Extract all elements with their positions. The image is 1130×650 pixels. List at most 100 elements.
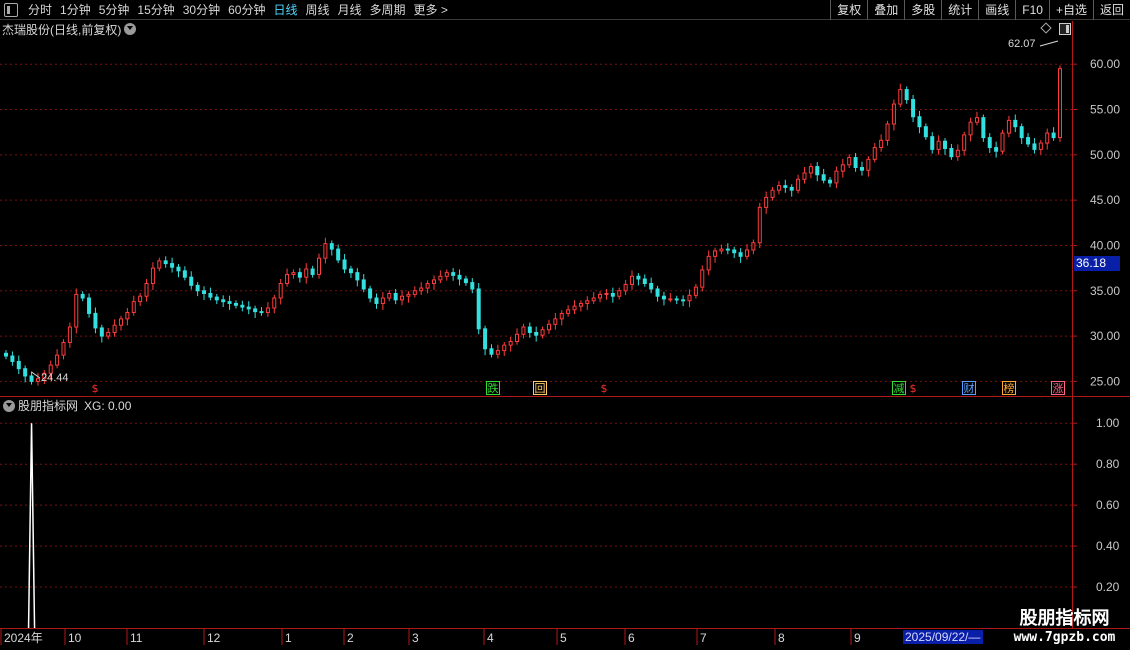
- candle-body: [10, 355, 15, 362]
- candle-body: [585, 300, 590, 304]
- candle-body: [949, 147, 954, 158]
- indicator-value: XG: 0.00: [84, 398, 132, 413]
- candle-body: [553, 318, 558, 325]
- candle-body: [623, 283, 628, 292]
- candle-body: [610, 292, 615, 297]
- price-chart[interactable]: 60.00 55.00 50.00 45.00 40.00 35.00 30.00 25.00…: [0, 0, 1130, 650]
- candle-body: [393, 292, 398, 301]
- price-tick-label: 50.00: [1090, 148, 1120, 162]
- candle-body: [968, 121, 973, 136]
- candle-body: [246, 306, 251, 310]
- candle-body: [291, 272, 296, 275]
- candle-body: [789, 186, 794, 191]
- candle-body: [412, 290, 417, 295]
- signal-marker-5[interactable]: $: [906, 381, 920, 395]
- candle-body: [202, 290, 207, 294]
- date-tick-label: 5: [560, 631, 567, 645]
- candle-body: [55, 354, 60, 366]
- candle-body: [176, 266, 181, 272]
- candle-body: [118, 318, 123, 326]
- signal-marker-8[interactable]: 涨: [1051, 381, 1065, 395]
- candle-body: [125, 312, 130, 320]
- candle-body: [700, 269, 705, 288]
- candle-body: [106, 331, 111, 337]
- candle-body: [1051, 132, 1056, 139]
- candle-body: [227, 301, 232, 304]
- date-tick-label: 2: [347, 631, 354, 645]
- indicator-tick-label: 0.20: [1096, 580, 1120, 594]
- signal-marker-1[interactable]: 跌: [486, 381, 500, 395]
- candle-body: [911, 99, 916, 118]
- candle-body: [23, 368, 28, 377]
- candle-body: [693, 286, 698, 296]
- candle-body: [259, 311, 264, 314]
- chevron-down-icon[interactable]: [3, 399, 15, 412]
- candle-body: [872, 147, 877, 160]
- candle-body: [61, 341, 66, 356]
- candle-body: [559, 312, 564, 320]
- cursor-date: 2025/09/22/—: [903, 630, 983, 644]
- candle-body: [649, 283, 654, 290]
- candle-body: [821, 174, 826, 181]
- candle-body: [751, 242, 756, 251]
- candle-body: [891, 103, 896, 125]
- date-tick-label: 8: [778, 631, 785, 645]
- candle-body: [917, 116, 922, 128]
- candle-body: [342, 259, 347, 270]
- signal-marker-0[interactable]: $: [88, 381, 102, 395]
- candle-body: [208, 292, 213, 298]
- candle-body: [304, 268, 309, 278]
- date-tick-label: 12: [207, 631, 221, 645]
- candle-body: [636, 275, 641, 280]
- candle-body: [272, 297, 277, 309]
- candle-body: [713, 250, 718, 257]
- indicator-tick-label: 0.40: [1096, 539, 1120, 553]
- candle-body: [253, 308, 258, 313]
- date-tick-label: 9: [854, 631, 861, 645]
- candle-body: [987, 137, 992, 149]
- candle-body: [828, 179, 833, 184]
- candle-body: [617, 290, 622, 297]
- candle-body: [776, 185, 781, 191]
- candle-body: [815, 166, 820, 176]
- candle-body: [329, 243, 334, 250]
- candle-body: [1038, 142, 1043, 150]
- candle-body: [732, 249, 737, 254]
- indicator-tick-label: 1.00: [1096, 416, 1120, 430]
- price-tick-label: 25.00: [1090, 374, 1120, 388]
- signal-marker-2[interactable]: 回: [533, 381, 547, 395]
- candle-body: [233, 302, 238, 306]
- candle-body: [138, 295, 143, 303]
- date-tick-label: 3: [412, 631, 419, 645]
- candle-body: [323, 243, 328, 259]
- price-tick-label: 55.00: [1090, 103, 1120, 117]
- candle-body: [425, 283, 430, 289]
- candle-body: [240, 304, 245, 308]
- candle-body: [489, 348, 494, 355]
- candle-body: [419, 287, 424, 292]
- candle-body: [904, 89, 909, 101]
- candle-body: [527, 326, 532, 333]
- indicator-tick-label: 0.80: [1096, 457, 1120, 471]
- signal-marker-7[interactable]: 榜: [1002, 381, 1016, 395]
- signal-marker-6[interactable]: 财: [962, 381, 976, 395]
- signal-marker-4[interactable]: 减: [892, 381, 906, 395]
- signal-marker-3[interactable]: $: [597, 381, 611, 395]
- candle-body: [502, 344, 507, 352]
- candle-body: [955, 149, 960, 158]
- candle-body: [195, 284, 200, 292]
- candle-body: [706, 255, 711, 271]
- candle-body: [974, 117, 979, 123]
- candle-body: [355, 272, 360, 281]
- candle-body: [508, 341, 513, 346]
- candle-body: [470, 282, 475, 290]
- candle-body: [572, 305, 577, 311]
- candle-body: [744, 249, 749, 257]
- watermark: 股朋指标网 www.7gpzb.com: [1007, 604, 1122, 645]
- candle-body: [796, 178, 801, 191]
- watermark-url: www.7gpzb.com: [1013, 630, 1116, 645]
- date-tick-label: 1: [285, 631, 292, 645]
- candle-body: [994, 147, 999, 152]
- low-annotation: 24.44: [41, 372, 69, 384]
- candle-body: [80, 293, 85, 299]
